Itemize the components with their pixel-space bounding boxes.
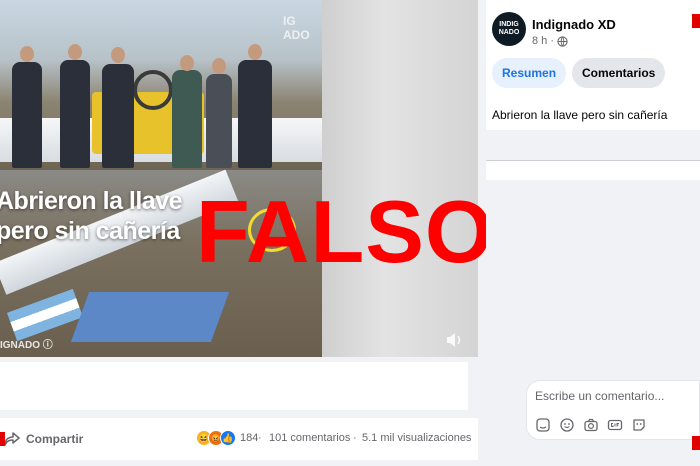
like-icon: 👍: [220, 430, 236, 446]
separator-dot: ·: [258, 432, 262, 444]
share-label: Compartir: [26, 432, 84, 446]
person-head: [180, 55, 194, 71]
post-time: 8 h ·: [532, 35, 568, 47]
gif-icon[interactable]: [607, 417, 623, 433]
sound-icon[interactable]: [444, 330, 464, 350]
comment-input[interactable]: [535, 389, 695, 403]
share-icon: [4, 432, 20, 446]
valve-wheel-illustration: [133, 70, 173, 110]
comments-count[interactable]: 101 comentarios: [269, 432, 350, 444]
video-blurred-side: [322, 0, 478, 357]
post-spacer: [0, 362, 468, 410]
person-figure: [238, 60, 272, 168]
share-button[interactable]: Compartir: [4, 428, 83, 450]
globe-icon: [557, 35, 568, 47]
post-text: Abrieron la llave pero sin cañería: [492, 108, 668, 122]
screen: IG ADO Abrieron la llave pero sin cañería…: [0, 0, 700, 466]
stage-illustration: [70, 292, 230, 342]
video-watermark: IGNADO ⓘ: [0, 340, 53, 351]
red-marker: [692, 436, 700, 450]
person-figure: [12, 62, 42, 168]
post-time-text: 8 h ·: [532, 35, 555, 47]
comment-composer[interactable]: [526, 380, 700, 440]
avatar-text-line2: NADO: [498, 29, 520, 36]
page-name[interactable]: Indignado XD: [532, 17, 616, 32]
person-figure: [60, 60, 90, 168]
red-marker: [692, 14, 700, 28]
person-figure: [172, 70, 202, 168]
tab-comentarios[interactable]: Comentarios: [572, 58, 666, 88]
avatar[interactable]: INDIG NADO: [492, 12, 526, 46]
person-head: [68, 44, 82, 60]
avatar-text-line1: INDIG: [499, 21, 519, 28]
avatar-sticker-icon[interactable]: [631, 417, 647, 433]
views-count: 5.1 mil visualizaciones: [362, 432, 472, 444]
post-video[interactable]: IG ADO Abrieron la llave pero sin cañería…: [0, 0, 478, 357]
person-head: [111, 47, 125, 63]
emoji-icon[interactable]: [559, 417, 575, 433]
reaction-count: 184: [240, 432, 259, 444]
person-head: [248, 44, 262, 60]
divider: [486, 160, 700, 161]
camera-icon[interactable]: [583, 417, 599, 433]
tab-resumen[interactable]: Resumen: [492, 58, 567, 88]
person-head: [20, 46, 34, 62]
sticker-icon[interactable]: [535, 417, 551, 433]
falso-overlay-label: FALSO: [196, 182, 495, 281]
red-marker: [0, 432, 5, 446]
post-action-bar: Compartir 😆 😡 👍 184 · 101 comentarios · …: [0, 418, 478, 460]
panel-divider-area: [486, 130, 700, 160]
post-details-panel: INDIG NADO Indignado XD 8 h · Resumen Co…: [486, 0, 700, 466]
reactions-summary[interactable]: 😆 😡 👍 184: [196, 430, 258, 446]
person-head: [212, 58, 226, 74]
separator-dot: ·: [353, 432, 357, 444]
person-figure: [206, 74, 232, 168]
video-watermark-top: IG ADO: [283, 14, 310, 42]
person-figure: [102, 64, 134, 168]
